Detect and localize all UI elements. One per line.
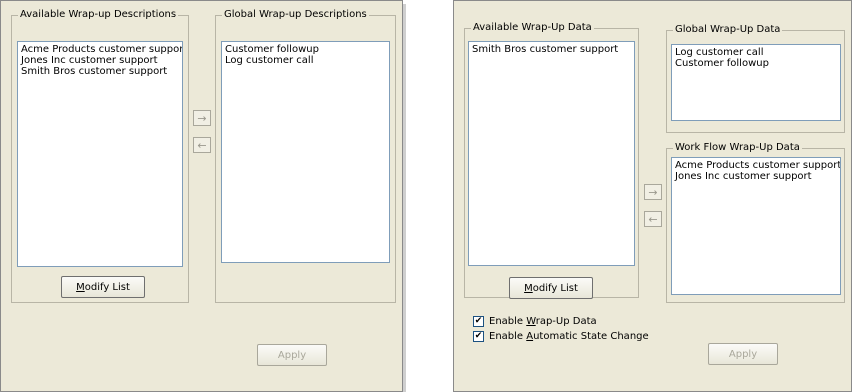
list-item[interactable]: Acme Products customer support xyxy=(21,44,182,55)
arrow-right-icon: → xyxy=(197,111,207,125)
checkbox-check-icon[interactable]: ✔ xyxy=(473,331,484,342)
move-left-arrow-button[interactable]: ← xyxy=(193,137,211,153)
list-item[interactable]: Log customer call xyxy=(675,47,837,58)
button-label-accel: M xyxy=(76,281,85,293)
available-data-legend: Available Wrap-Up Data xyxy=(471,22,594,34)
apply-button-label: Apply xyxy=(277,349,307,361)
enable-wrapup-data-checkbox[interactable]: ✔ Enable Wrap-Up Data xyxy=(473,316,597,327)
checkbox-check-icon[interactable]: ✔ xyxy=(473,316,484,327)
apply-button[interactable]: Apply xyxy=(708,343,778,365)
list-item[interactable]: Jones Inc customer support xyxy=(675,171,837,182)
list-item[interactable]: Jones Inc customer support xyxy=(21,55,179,66)
move-right-arrow-button[interactable]: → xyxy=(193,110,211,126)
move-right-arrow-button[interactable]: → xyxy=(644,184,662,200)
checkbox-label: Enable Automatic State Change xyxy=(489,331,649,342)
apply-button-label: Apply xyxy=(728,348,758,360)
global-data-legend: Global Wrap-Up Data xyxy=(673,24,783,36)
list-item[interactable]: Customer followup xyxy=(675,58,837,69)
modify-list-button[interactable]: Modify List xyxy=(509,277,593,299)
list-item[interactable]: Customer followup xyxy=(225,44,386,55)
list-item[interactable]: Log customer call xyxy=(225,55,386,66)
list-item[interactable]: Acme Products customer support xyxy=(675,160,840,171)
list-item[interactable]: Smith Bros customer support xyxy=(472,44,631,55)
button-label-post: odify List xyxy=(532,282,578,294)
right-dialog-panel: Available Wrap-Up Data Smith Bros custom… xyxy=(453,0,852,392)
button-label-post: odify List xyxy=(84,281,130,293)
global-descriptions-list[interactable]: Customer followup Log customer call xyxy=(221,41,390,263)
workflow-data-list[interactable]: Acme Products customer support Jones Inc… xyxy=(671,157,841,295)
button-label-accel: M xyxy=(524,282,533,294)
list-item[interactable]: Smith Bros customer support xyxy=(21,66,179,77)
enable-auto-state-checkbox[interactable]: ✔ Enable Automatic State Change xyxy=(473,331,649,342)
left-dialog-panel: Available Wrap-up Descriptions Acme Prod… xyxy=(0,0,403,392)
arrow-left-icon: ← xyxy=(197,138,207,152)
arrow-left-icon: ← xyxy=(648,212,658,226)
available-descriptions-list[interactable]: Acme Products customer support Jones Inc… xyxy=(17,41,183,267)
available-descriptions-legend: Available Wrap-up Descriptions xyxy=(18,9,179,21)
workflow-data-legend: Work Flow Wrap-Up Data xyxy=(673,142,802,154)
global-data-list[interactable]: Log customer call Customer followup xyxy=(671,44,841,121)
arrow-right-icon: → xyxy=(648,185,658,199)
move-left-arrow-button[interactable]: ← xyxy=(644,211,662,227)
available-data-list[interactable]: Smith Bros customer support xyxy=(468,41,635,266)
checkbox-label: Enable Wrap-Up Data xyxy=(489,316,597,327)
global-descriptions-legend: Global Wrap-up Descriptions xyxy=(222,9,369,21)
apply-button[interactable]: Apply xyxy=(257,344,327,366)
modify-list-button[interactable]: Modify List xyxy=(61,276,145,298)
